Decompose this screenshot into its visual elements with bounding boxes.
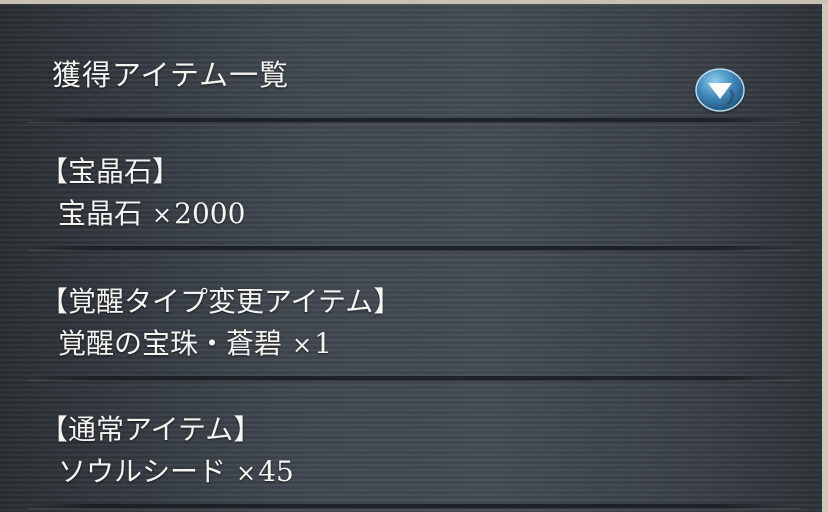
- item-name: ソウルシード: [58, 455, 227, 488]
- collapse-toggle-button[interactable]: [692, 66, 748, 116]
- section-divider: [28, 504, 800, 509]
- section-normal-items: 【通常アイテム】 ソウルシード ×45: [0, 408, 822, 498]
- item-quantity: 2000: [174, 197, 246, 230]
- item-name: 宝晶石: [58, 197, 143, 230]
- item-line: ソウルシード ×45: [58, 450, 294, 490]
- panel-header: 獲得アイテム一覧: [0, 4, 822, 120]
- item-line: 宝晶石 ×2000: [58, 192, 245, 232]
- panel-title: 獲得アイテム一覧: [52, 58, 290, 92]
- section-divider: [28, 376, 800, 381]
- header-divider: [28, 118, 800, 123]
- section-heading: 【宝晶石】: [40, 155, 181, 188]
- item-line: 覚醒の宝珠・蒼碧 ×1: [58, 322, 332, 362]
- item-quantity: 1: [314, 327, 332, 360]
- section-divider: [28, 246, 800, 251]
- multiply-sign: ×: [292, 331, 313, 359]
- multiply-sign: ×: [236, 459, 257, 487]
- section-gems: 【宝晶石】 宝晶石 ×2000: [0, 150, 822, 240]
- section-awakening-items: 【覚醒タイプ変更アイテム】 覚醒の宝珠・蒼碧 ×1: [0, 280, 822, 370]
- chevron-down-circle-icon: [694, 68, 746, 114]
- item-quantity: 45: [258, 455, 294, 488]
- section-heading: 【覚醒タイプ変更アイテム】: [40, 285, 402, 318]
- acquired-items-panel: 獲得アイテム一覧 【宝晶石】 宝晶石 ×2000 【覚醒タイプ変更アイテム】 覚…: [0, 0, 828, 512]
- section-heading: 【通常アイテム】: [40, 413, 262, 446]
- item-name: 覚醒の宝珠・蒼碧: [58, 327, 283, 360]
- multiply-sign: ×: [152, 201, 173, 229]
